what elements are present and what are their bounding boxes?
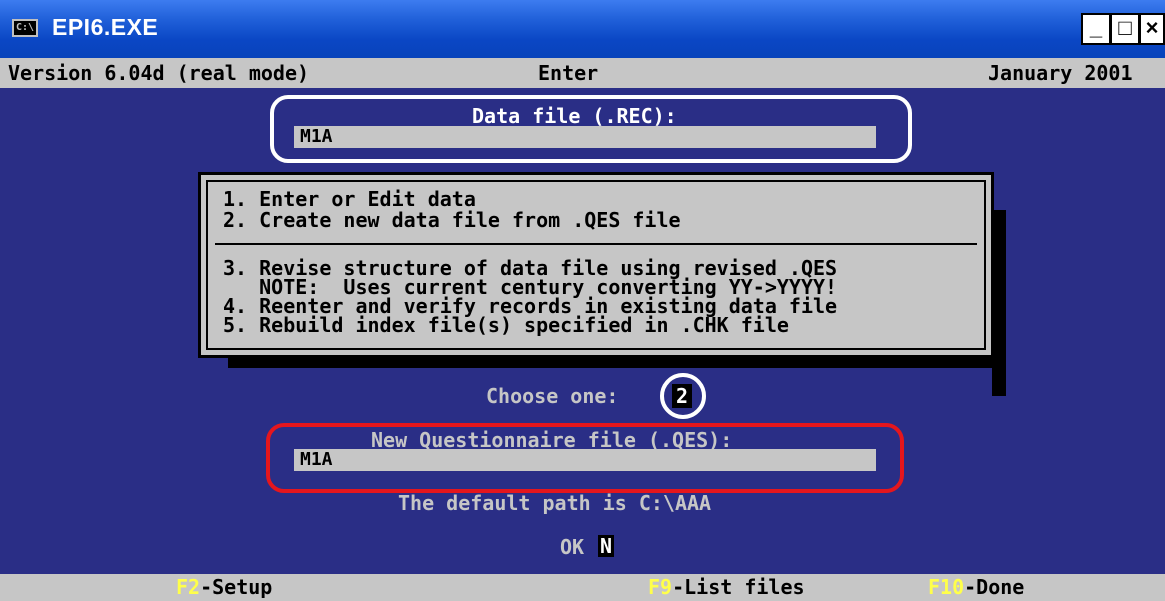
questionnaire-input[interactable]: M1A — [294, 449, 876, 471]
data-file-label: Data file (.REC): — [472, 104, 677, 128]
choice-input[interactable]: 2 — [672, 384, 692, 408]
options-menu: 1. Enter or Edit data 2. Create new data… — [198, 172, 994, 358]
date-text: January 2001 — [988, 61, 1133, 85]
f10-done-key[interactable]: F10-Done — [928, 574, 1024, 601]
minimize-button[interactable]: _ — [1081, 13, 1111, 45]
close-button[interactable]: × — [1139, 13, 1165, 45]
window-title: EPI6.EXE — [52, 14, 159, 40]
menu-separator — [215, 243, 977, 245]
console-window: C:\ EPI6.EXE _ □ × Version 6.04d (real m… — [0, 0, 1165, 601]
mode-text: Enter — [538, 61, 599, 85]
console-app-icon[interactable]: C:\ — [12, 19, 38, 37]
choose-one-label: Choose one: — [486, 384, 619, 408]
menu-shadow-right — [992, 210, 1006, 396]
f10-key-label: F10 — [928, 575, 965, 599]
menu-item-rebuild-index[interactable]: 5. Rebuild index file(s) specified in .C… — [223, 315, 789, 335]
f2-action-label: -Setup — [200, 575, 273, 599]
ok-label: OK — [560, 535, 585, 559]
function-key-bar: F2-Setup F9-List files F10-Done — [0, 574, 1165, 601]
maximize-button[interactable]: □ — [1110, 13, 1140, 45]
f9-list-files-key[interactable]: F9-List files — [648, 574, 805, 601]
f9-action-label: -List files — [672, 575, 805, 599]
default-path-text: The default path is C:\AAA — [398, 491, 712, 515]
f10-action-label: -Done — [964, 575, 1025, 599]
questionnaire-label: New Questionnaire file (.QES): — [371, 428, 733, 452]
status-bar: Version 6.04d (real mode) Enter January … — [0, 58, 1165, 88]
version-text: Version 6.04d (real mode) — [8, 61, 310, 85]
console-area: Version 6.04d (real mode) Enter January … — [0, 58, 1165, 601]
menu-item-enter-edit[interactable]: 1. Enter or Edit data — [223, 189, 476, 209]
f9-key-label: F9 — [648, 575, 673, 599]
f2-setup-key[interactable]: F2-Setup — [176, 574, 272, 601]
menu-item-create-from-qes[interactable]: 2. Create new data file from .QES file — [223, 210, 681, 230]
title-bar[interactable]: C:\ EPI6.EXE _ □ × — [0, 0, 1165, 58]
data-file-input[interactable]: M1A — [294, 126, 876, 148]
f2-key-label: F2 — [176, 575, 201, 599]
ok-input[interactable]: N — [598, 535, 614, 557]
